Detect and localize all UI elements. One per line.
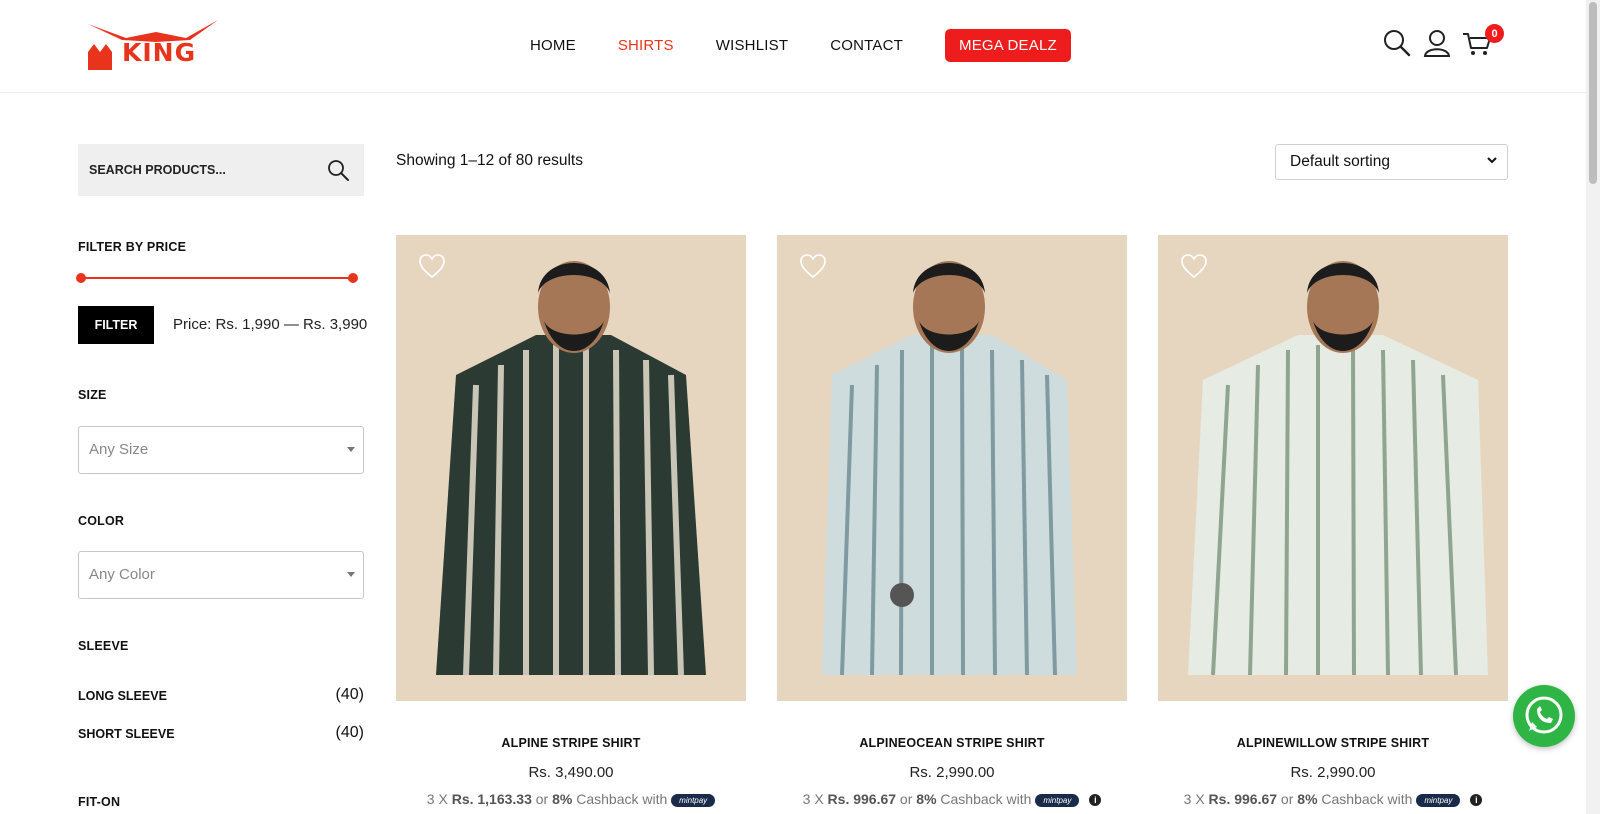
whatsapp-icon: [1525, 696, 1563, 734]
inst-amount: Rs. 1,163.33: [451, 791, 532, 807]
page-scrollbar[interactable]: [1586, 0, 1600, 814]
scrollbar-thumb[interactable]: [1589, 2, 1597, 184]
sleeve-long-link[interactable]: LONG SLEEVE (40): [78, 686, 364, 703]
nav-shirts[interactable]: SHIRTS: [618, 37, 674, 54]
cart-icon[interactable]: 0: [1462, 24, 1504, 58]
installment-text: 3 X Rs. 996.67 or 8% Cashback with mintp…: [1158, 791, 1508, 807]
product-name[interactable]: ALPINEWILLOW STRIPE SHIRT: [1158, 736, 1508, 750]
inst-prefix: 3 X: [802, 791, 828, 807]
wishlist-heart-icon[interactable]: [1180, 253, 1208, 281]
chevron-down-icon: [347, 572, 355, 577]
info-icon[interactable]: i: [1089, 794, 1102, 807]
inst-or: or: [896, 791, 917, 807]
site-header: KING HOME SHIRTS WISHLIST CONTACT MEGA D…: [0, 0, 1586, 93]
sleeve-title: SLEEVE: [78, 639, 129, 653]
product-image[interactable]: [396, 235, 746, 701]
cashback-percent: 8%: [916, 791, 937, 807]
inst-prefix: 3 X: [1183, 791, 1209, 807]
product-name[interactable]: ALPINE STRIPE SHIRT: [396, 736, 746, 750]
installment-text: 3 X Rs. 1,163.33 or 8% Cashback with min…: [396, 791, 746, 807]
search-products-input[interactable]: [78, 144, 319, 196]
nav-wishlist[interactable]: WISHLIST: [716, 37, 788, 54]
mintpay-logo: mintpay: [671, 793, 716, 807]
nav-contact[interactable]: CONTACT: [830, 37, 903, 54]
chevron-down-icon: [347, 447, 355, 452]
price-max-handle[interactable]: [348, 273, 358, 283]
mintpay-logo: mintpay: [1416, 793, 1461, 807]
price-range-text: Price: Rs. 1,990 — Rs. 3,990: [173, 316, 368, 333]
price-min-handle[interactable]: [76, 273, 86, 283]
inst-suffix: Cashback with: [572, 791, 672, 807]
product-image[interactable]: [1158, 235, 1508, 701]
chevron-down-icon: [1487, 157, 1497, 164]
search-submit-icon[interactable]: [326, 158, 350, 182]
sleeve-count: (40): [335, 686, 364, 703]
header-icons: 0: [1382, 24, 1504, 58]
search-icon[interactable]: [1382, 28, 1412, 58]
results-count: Showing 1–12 of 80 results: [396, 152, 583, 169]
product-price: Rs. 3,490.00: [528, 764, 614, 781]
wishlist-heart-icon[interactable]: [799, 253, 827, 281]
mintpay-logo: mintpay: [1035, 793, 1080, 807]
price-slider[interactable]: [76, 273, 358, 283]
inst-suffix: Cashback with: [936, 791, 1036, 807]
size-select[interactable]: Any Size: [78, 426, 364, 474]
color-select-value: Any Color: [89, 566, 155, 583]
size-select-value: Any Size: [89, 441, 149, 458]
fit-on-title: FIT-ON: [78, 795, 121, 809]
inst-or: or: [1277, 791, 1298, 807]
product-price: Rs. 2,990.00: [909, 764, 995, 781]
color-select[interactable]: Any Color: [78, 551, 364, 599]
sleeve-count: (40): [335, 724, 364, 741]
user-icon[interactable]: [1422, 28, 1452, 58]
cashback-percent: 8%: [1297, 791, 1318, 807]
size-title: SIZE: [78, 388, 107, 402]
installment-text: 3 X Rs. 996.67 or 8% Cashback with mintp…: [777, 791, 1127, 807]
info-icon[interactable]: i: [1470, 794, 1483, 807]
nav-home[interactable]: HOME: [530, 37, 576, 54]
main-nav: HOME SHIRTS WISHLIST CONTACT MEGA DEALZ: [530, 28, 1113, 62]
product-name[interactable]: ALPINEOCEAN STRIPE SHIRT: [777, 736, 1127, 750]
price-filter-title: FILTER BY PRICE: [78, 240, 187, 254]
product-image[interactable]: [777, 235, 1127, 701]
inst-prefix: 3 X: [426, 791, 452, 807]
mega-dealz-button[interactable]: MEGA DEALZ: [945, 28, 1071, 62]
brand-logo[interactable]: KING: [86, 18, 226, 74]
cashback-percent: 8%: [552, 791, 573, 807]
product-price: Rs. 2,990.00: [1290, 764, 1376, 781]
sleeve-short-link[interactable]: SHORT SLEEVE (40): [78, 724, 364, 741]
color-title: COLOR: [78, 514, 125, 528]
sorting-value: Default sorting: [1290, 153, 1390, 170]
cart-count-badge: 0: [1485, 24, 1504, 43]
logo-text: KING: [122, 38, 197, 67]
filter-button[interactable]: FILTER: [78, 306, 154, 344]
inst-suffix: Cashback with: [1317, 791, 1417, 807]
inst-or: or: [531, 791, 553, 807]
sleeve-label: LONG SLEEVE: [78, 689, 167, 703]
product-search: [78, 144, 364, 196]
whatsapp-chat-button[interactable]: [1513, 685, 1575, 747]
sorting-select[interactable]: Default sorting: [1275, 144, 1508, 180]
inst-amount: Rs. 996.67: [1208, 791, 1278, 807]
sleeve-label: SHORT SLEEVE: [78, 727, 175, 741]
wishlist-heart-icon[interactable]: [418, 253, 446, 281]
inst-amount: Rs. 996.67: [827, 791, 897, 807]
